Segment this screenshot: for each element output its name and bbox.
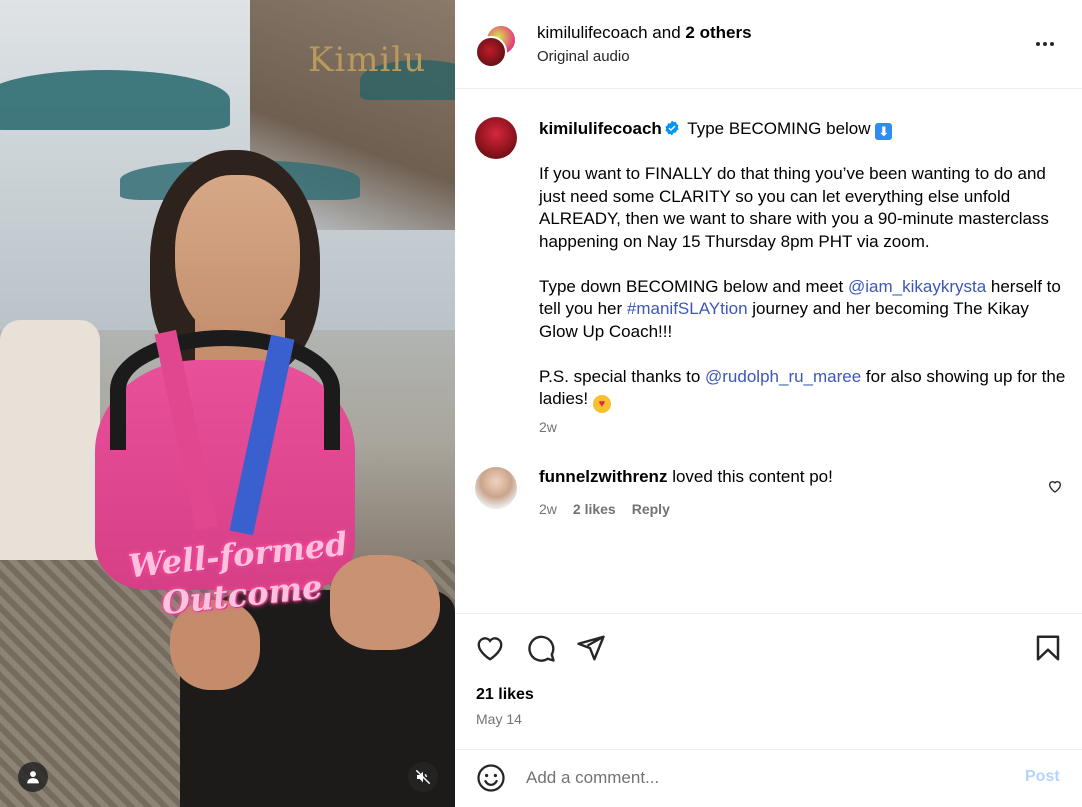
emoji-picker-icon[interactable] — [476, 763, 506, 793]
add-comment-input[interactable] — [526, 765, 1006, 791]
post-header: kimilulifecoach and 2 others Original au… — [455, 0, 1082, 89]
post-caption: kimilulifecoach Type BECOMING below ⬇ If… — [539, 118, 1069, 436]
collab-prefix: and — [652, 23, 681, 42]
caption-paragraph: P.S. special thanks to @rudolph_ru_maree… — [539, 366, 1069, 413]
mention-link[interactable]: @rudolph_ru_maree — [705, 367, 861, 386]
hashtag-link[interactable]: #manifSLAYtion — [627, 299, 748, 318]
post-actions-section: 21 likes May 14 — [455, 613, 1082, 749]
caption-text: Type down BECOMING below and meet — [539, 276, 848, 296]
post-media-video[interactable]: Kimilu Well-formed Outcome — [0, 0, 455, 807]
user-icon — [27, 771, 39, 784]
comment-username-link[interactable]: funnelzwithrenz — [539, 467, 667, 486]
avatar[interactable] — [475, 467, 517, 509]
verified-badge-icon — [665, 120, 679, 136]
more-horizontal-icon — [1036, 42, 1040, 46]
caption-paragraph: Type down BECOMING below and meet @iam_k… — [539, 276, 1069, 344]
post-date[interactable]: May 14 — [476, 711, 522, 727]
mute-toggle-button[interactable] — [408, 762, 438, 792]
speaker-muted-icon — [415, 769, 431, 785]
collab-avatars[interactable] — [475, 24, 519, 68]
more-horizontal-icon — [1050, 42, 1054, 46]
caption-username-link[interactable]: kimilulifecoach — [539, 119, 662, 138]
collab-others-link[interactable]: 2 others — [685, 23, 751, 42]
comment-body: funnelzwithrenz loved this content po! — [539, 467, 833, 487]
comment-reply-button[interactable]: Reply — [632, 501, 670, 517]
tagged-users-button[interactable] — [18, 762, 48, 792]
avatar — [475, 36, 507, 68]
brand-watermark: Kimilu — [308, 40, 427, 80]
comment-likes-link[interactable]: 2 likes — [573, 501, 616, 517]
caption-timestamp[interactable]: 2w — [539, 419, 557, 435]
comment-bubble-icon[interactable] — [526, 633, 556, 663]
more-horizontal-icon — [1043, 42, 1047, 46]
kissing-face-emoji-icon: ♥ — [592, 395, 611, 413]
post-details-panel: kimilulifecoach and 2 others Original au… — [455, 0, 1082, 807]
down-arrow-emoji-icon: ⬇ — [875, 123, 893, 140]
caption-text: P.S. special thanks to — [539, 366, 706, 386]
media-person-face — [175, 175, 300, 340]
avatar[interactable] — [475, 117, 517, 159]
save-bookmark-icon[interactable] — [1033, 633, 1063, 663]
comment-timestamp[interactable]: 2w — [539, 501, 557, 517]
more-options-button[interactable] — [1031, 36, 1059, 52]
comment-text: loved this content po! — [672, 467, 833, 486]
comment-meta: 2w 2 likes Reply — [539, 501, 670, 517]
like-heart-icon[interactable] — [475, 633, 505, 663]
post-author-line: kimilulifecoach and 2 others — [537, 23, 752, 43]
add-comment-bar: Post — [455, 749, 1082, 807]
audio-link[interactable]: Original audio — [537, 48, 630, 65]
media-cushion — [0, 320, 100, 580]
caption-headline: kimilulifecoach Type BECOMING below ⬇ — [539, 118, 1069, 141]
mention-link[interactable]: @iam_kikaykrysta — [848, 277, 986, 296]
comment-like-heart-icon[interactable] — [1047, 478, 1063, 494]
media-person-strap — [110, 330, 340, 450]
share-paper-plane-icon[interactable] — [576, 633, 606, 663]
likes-count[interactable]: 21 likes — [476, 686, 534, 704]
media-umbrella — [0, 70, 230, 130]
caption-paragraph: If you want to FINALLY do that thing you… — [539, 164, 1049, 251]
comments-scroll-area[interactable]: kimilulifecoach Type BECOMING below ⬇ If… — [455, 90, 1082, 613]
caption-headline-text: Type BECOMING below — [687, 119, 871, 138]
author-username-link[interactable]: kimilulifecoach — [537, 23, 648, 42]
post-comment-button[interactable]: Post — [1025, 768, 1060, 786]
